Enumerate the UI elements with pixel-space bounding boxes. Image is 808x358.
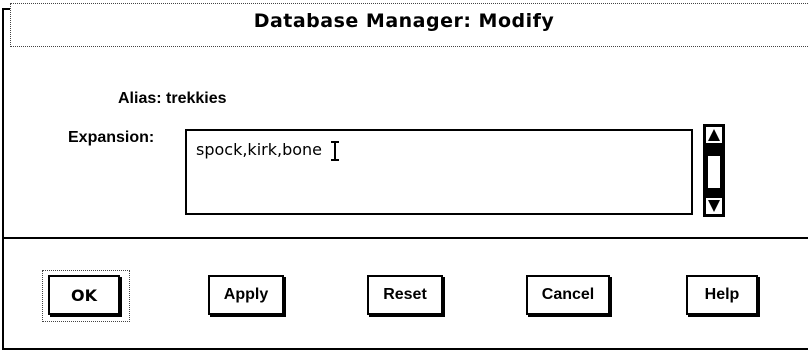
arrow-up-icon xyxy=(706,127,722,143)
text-cursor-icon xyxy=(331,141,339,161)
reset-button[interactable]: Reset xyxy=(367,275,443,315)
scroll-down-button[interactable] xyxy=(706,198,722,214)
frame-left-edge xyxy=(2,10,4,350)
scroll-thumb[interactable] xyxy=(706,154,722,190)
alias-label: Alias: trekkies xyxy=(118,90,227,108)
expansion-text-area[interactable]: spock,kirk,bone xyxy=(185,129,693,215)
title-bar-border-bottom xyxy=(10,46,808,47)
alias-label-text: Alias: xyxy=(118,90,162,107)
expansion-scrollbar[interactable] xyxy=(703,124,725,217)
title-bar-border-top xyxy=(10,3,808,4)
alias-value: trekkies xyxy=(166,90,227,107)
ok-button[interactable]: OK xyxy=(48,275,120,315)
cancel-button[interactable]: Cancel xyxy=(526,275,610,315)
button-area-separator xyxy=(4,237,808,239)
help-button[interactable]: Help xyxy=(686,275,758,315)
frame-bottom-edge xyxy=(2,348,808,350)
dialog-title: Database Manager: Modify xyxy=(253,10,555,32)
expansion-value: spock,kirk,bone xyxy=(196,140,322,159)
apply-button[interactable]: Apply xyxy=(208,275,284,315)
expansion-label: Expansion: xyxy=(68,129,155,146)
arrow-down-icon xyxy=(706,198,722,214)
scroll-up-button[interactable] xyxy=(706,127,722,143)
